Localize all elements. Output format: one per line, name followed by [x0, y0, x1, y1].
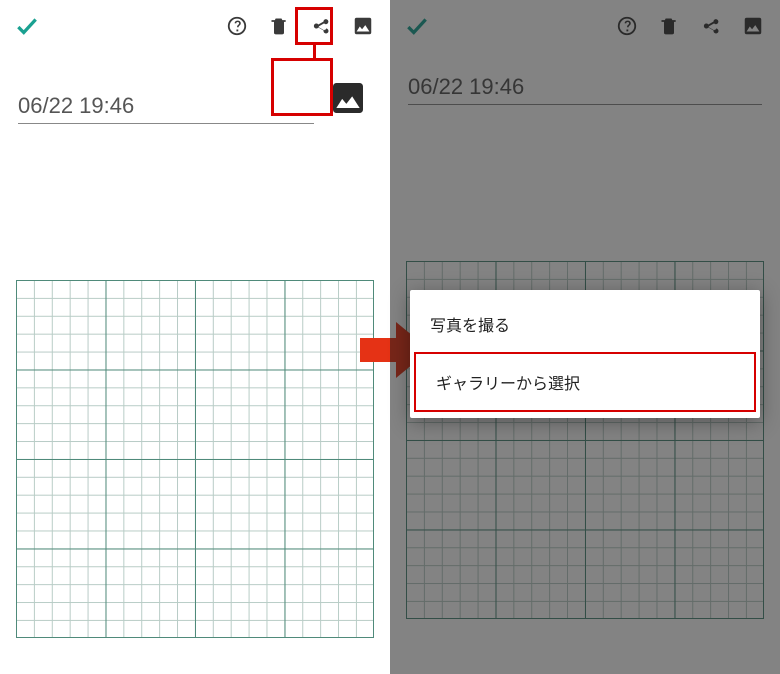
- screen-before: 06/22 19:46: [0, 0, 390, 674]
- image-source-menu: 写真を撮る ギャラリーから選択: [410, 290, 760, 418]
- title-input[interactable]: 06/22 19:46: [18, 93, 314, 124]
- title-row: 06/22 19:46: [0, 52, 390, 130]
- help-icon[interactable]: [224, 13, 250, 39]
- screen-after: 06/22 19:46 写真を撮る ギャラリーから選択: [390, 0, 780, 674]
- graph-canvas[interactable]: [16, 280, 374, 638]
- image-icon[interactable]: [350, 13, 376, 39]
- share-icon[interactable]: [308, 13, 334, 39]
- trash-icon[interactable]: [266, 13, 292, 39]
- annotation-connector: [313, 44, 316, 59]
- menu-item-take-photo[interactable]: 写真を撮る: [410, 296, 760, 352]
- toolbar: [0, 0, 390, 52]
- menu-item-choose-gallery[interactable]: ギャラリーから選択: [414, 352, 756, 412]
- check-icon[interactable]: [14, 13, 40, 39]
- title-text: 06/22 19:46: [18, 93, 134, 118]
- insert-image-button[interactable]: [324, 74, 372, 122]
